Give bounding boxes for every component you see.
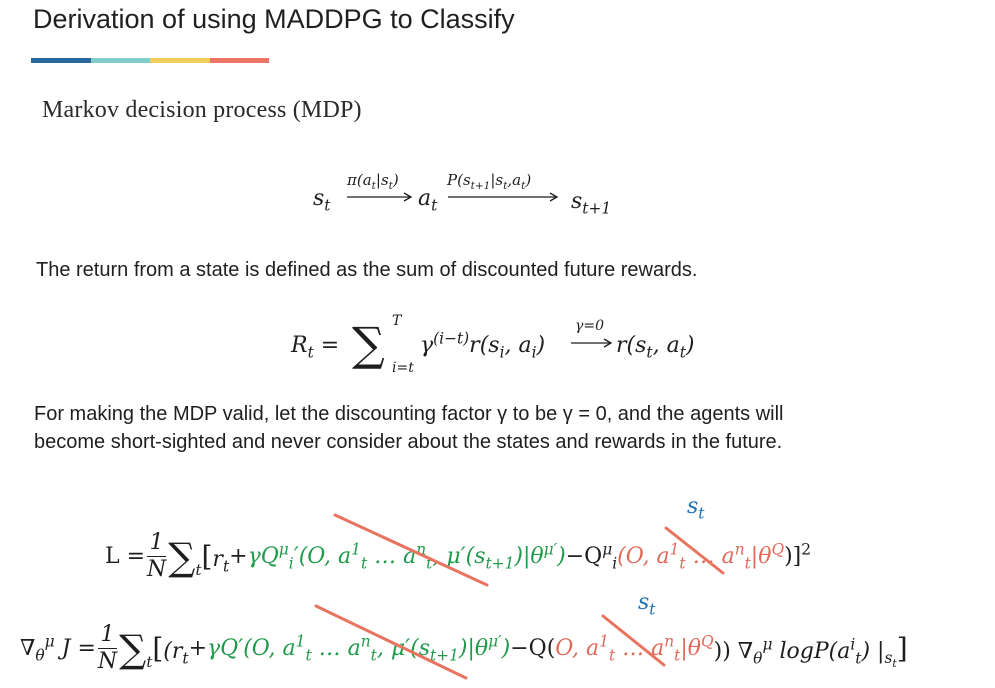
loss-lhs: L = [105,544,146,569]
gradient-lhs: ∇θμ J = [20,632,96,665]
gradient-close: )) ∇θμ logP(ait) |st] [713,632,908,671]
mdp-transition-arrow [448,192,559,202]
return-sum-lower: i=t [392,360,414,376]
gradient-fraction: 1N [97,622,118,674]
slide-title: Derivation of using MADDPG to Classify [33,4,515,34]
accent-segment-red [209,58,269,63]
return-definition-text: The return from a state is defined as th… [36,259,698,281]
accent-segment-blue [31,58,91,63]
loss-fraction: 1N [147,530,167,582]
validity-text-line1: For making the MDP valid, let the discou… [34,403,784,425]
loss-q: Qμi [584,540,618,573]
gradient-equation: ∇θμ J = 1N ∑ t [(rt + γQ′(O, a1t … ant, μ… [20,622,908,674]
mdp-state-next: st+1 [571,189,612,218]
gradient-open: [(rt [152,632,189,668]
loss-close: )]2 [784,540,812,569]
gradient-target-term: γQ′(O, a1t … ant, μ′(st+1)|θμ′) [207,632,511,665]
return-equation-term: γ(i−t)r(si, ai) [420,329,546,362]
section-subtitle: Markov decision process (MDP) [42,97,362,123]
validity-text-line2: become short-sighted and never consider … [34,431,783,453]
gradient-sum-symbol: ∑ [119,626,147,671]
loss-target-term: γQμi′(O, a1t … ant, μ′(st+1)|θμ′) [247,540,566,573]
return-sum-symbol: ∑ [352,317,385,371]
accent-segment-yellow [150,58,210,63]
return-sum-upper: T [392,313,402,329]
accent-segment-teal [90,58,150,63]
mdp-transition-label: P(st+1|st,at) [447,171,532,192]
return-equation-rhs: r(st, at) [616,333,695,362]
mdp-action-at: at [418,186,438,215]
gradient-critic-input: O, a1t … ant|θQ [555,632,714,665]
return-arrow-label: γ=0 [575,318,605,334]
mdp-policy-arrow [347,192,413,202]
return-equation-lhs: Rt = [291,333,340,362]
gradient-st-annotation: st [638,590,656,619]
loss-sum-symbol: ∑ [168,534,196,579]
loss-equation: L = 1N ∑ t [rt + γQμi′(O, a1t … ant, μ′(s… [105,530,812,582]
return-arrow [571,338,613,348]
loss-open: [rt [201,540,230,576]
mdp-state-st: st [313,186,331,215]
loss-critic-input: (O, a1t … ant|θQ [617,540,785,573]
gradient-q: Q( [528,636,556,661]
mdp-policy-label: π(at|st) [347,171,399,192]
loss-st-annotation: st [687,494,705,523]
accent-bar [31,58,269,63]
